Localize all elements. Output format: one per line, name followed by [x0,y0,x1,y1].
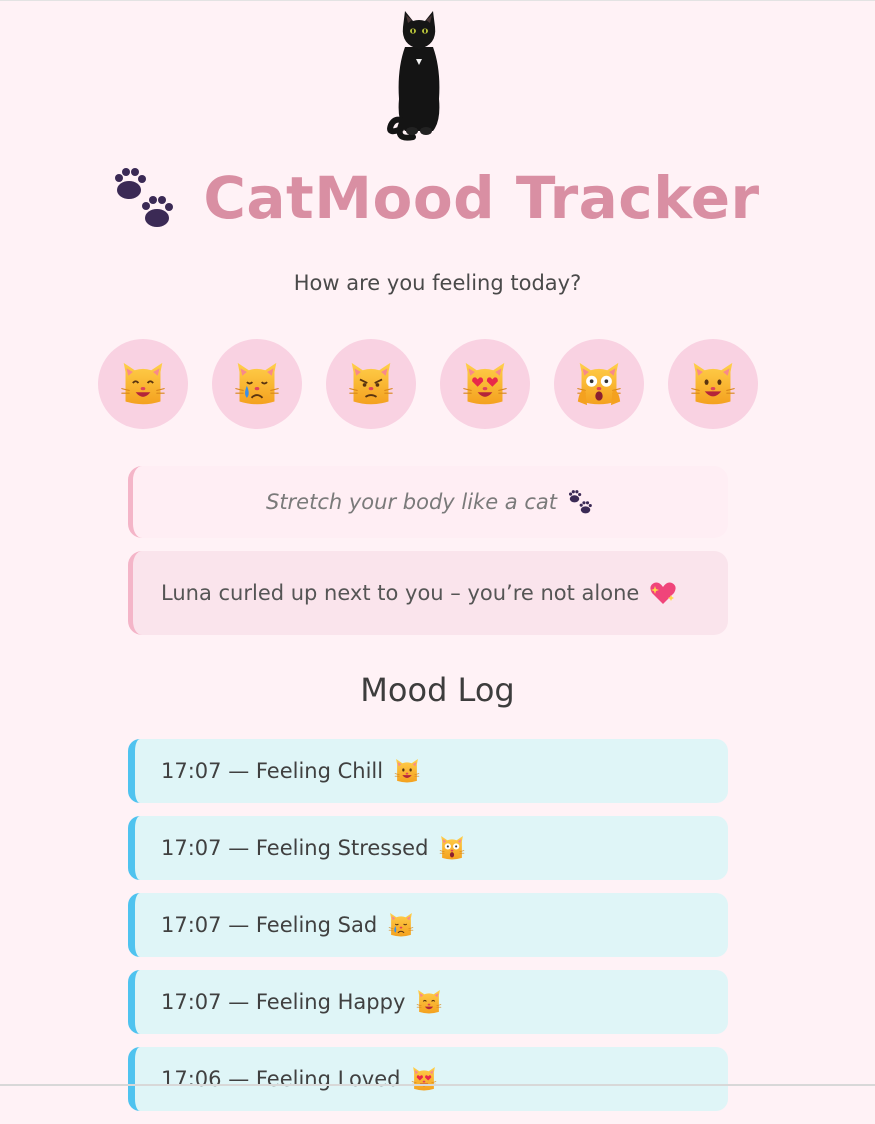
weary-cat-icon [440,835,465,860]
header: CatMood Tracker [0,153,875,243]
mood-button-stressed[interactable] [554,339,644,429]
log-entry-text: 17:07 — Feeling Chill [161,759,384,783]
log-entry-text: 17:07 — Feeling Stressed [161,836,429,860]
heart-eyes-cat-icon [463,362,507,405]
mood-question: How are you feeling today? [293,271,582,295]
log-entry-text: 17:07 — Feeling Happy [161,990,406,1014]
black-cat-image [387,11,440,141]
companion-message: Luna curled up next to you – you’re not … [128,551,728,635]
paw-prints-icon [115,168,174,227]
mood-button-sad[interactable] [212,339,302,429]
weary-cat-icon [577,362,621,406]
mood-button-chill[interactable] [668,339,758,429]
companion-text: Luna curled up next to you – you’re not … [161,581,640,605]
pouting-cat-icon [349,362,393,405]
smiling-cat-icon [121,362,165,405]
grinning-cat-icon [394,758,420,783]
grinning-cat-icon [691,362,735,405]
log-entry: 17:07 — Feeling Stressed [128,816,728,880]
tip-text: Stretch your body like a cat [265,490,557,514]
log-entry-text: 17:07 — Feeling Sad [161,913,378,937]
log-entry-text: 17:06 — Feeling Loved [161,1067,401,1091]
paw-prints-icon [569,490,592,514]
log-entry: 17:07 — Feeling Sad [128,893,728,957]
crying-cat-icon [388,912,414,937]
heart-eyes-cat-icon [412,1066,437,1091]
mood-log-title: Mood Log [360,671,515,709]
mood-button-angry[interactable] [326,339,416,429]
smiling-cat-icon [417,989,442,1014]
mood-log-list: 17:07 — Feeling Chill 17:07 — Feeling St… [128,739,728,1124]
mood-button-loved[interactable] [440,339,530,429]
sparkling-heart-icon [650,582,676,604]
mood-button-happy[interactable] [98,339,188,429]
mood-selector [98,339,778,429]
app-title: CatMood Tracker [203,164,760,232]
crying-cat-icon [235,362,279,405]
log-entry: 17:07 — Feeling Chill [128,739,728,803]
log-entry: 17:06 — Feeling Loved [128,1047,728,1111]
page: CatMood Tracker How are you feeling toda… [0,1,875,1111]
cat-tip: Stretch your body like a cat [128,466,728,538]
log-entry: 17:07 — Feeling Happy [128,970,728,1034]
